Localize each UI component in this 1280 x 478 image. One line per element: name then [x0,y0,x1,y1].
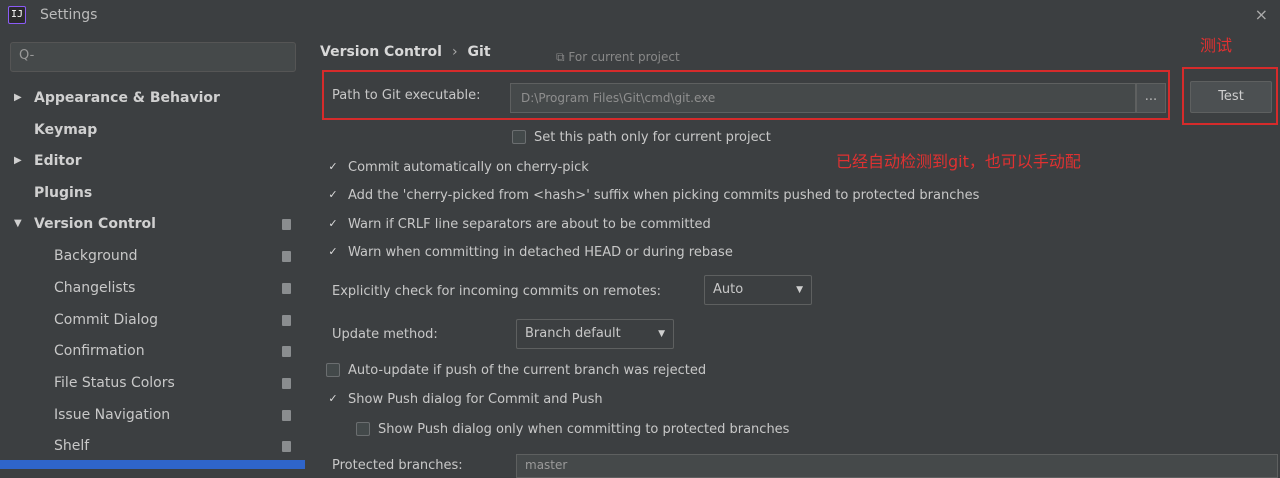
search-icon: Q- [19,48,35,63]
project-scope-icon [282,346,291,357]
chevron-down-icon: ▼ [658,329,665,339]
sidebar-item-label: File Status Colors [54,375,175,391]
protected-branches-input[interactable]: master [516,454,1278,478]
push-protected-only-checkbox-row[interactable]: Show Push dialog only when committing to… [356,420,1056,440]
project-scope-icon [282,410,291,421]
sidebar-item-commit-dialog[interactable]: Commit Dialog [0,306,305,334]
sidebar-item-background[interactable]: Background [0,242,305,270]
sidebar-item-label: Editor [34,153,82,169]
breadcrumb-current: Git [467,44,491,60]
close-icon[interactable]: × [1255,5,1268,24]
annotation-autodetect-note: 已经自动检测到git，也可以手动配 [836,152,1081,171]
test-button-highlight: Test [1182,67,1278,125]
show-push-dialog-checkbox-row[interactable]: ✓ Show Push dialog for Commit and Push [326,390,1026,410]
checkbox-label: Show Push dialog only when committing to… [378,422,790,437]
git-path-input[interactable]: D:\Program Files\Git\cmd\git.exe [510,83,1136,113]
sidebar-item-appearance[interactable]: ▶ Appearance & Behavior [0,84,305,112]
sidebar-item-label: Issue Navigation [54,407,171,423]
app-icon: IJ [8,6,26,24]
auto-update-checkbox[interactable] [326,363,340,377]
project-scope-icon [282,251,291,262]
incoming-commits-dropdown[interactable]: Auto ▼ [704,275,812,305]
incoming-commits-label: Explicitly check for incoming commits on… [332,284,662,299]
push-protected-only-checkbox[interactable] [356,422,370,436]
set-path-only-checkbox-row[interactable]: Set this path only for current project [512,128,1012,148]
checkmark-icon[interactable]: ✓ [326,245,340,259]
chevron-down-icon: ▼ [14,218,22,229]
sidebar-item-label: Commit Dialog [54,312,159,328]
checkbox-label: Warn when committing in detached HEAD or… [348,245,733,260]
cherry-picked-suffix-checkbox-row[interactable]: ✓ Add the 'cherry-picked from <hash>' su… [326,186,1266,206]
browse-button[interactable]: ... [1136,83,1166,113]
search-input[interactable]: Q- [10,42,296,72]
sidebar-item-shelf[interactable]: Shelf [0,432,305,460]
sidebar-item-keymap[interactable]: Keymap [0,116,305,144]
dropdown-value: Branch default [525,326,621,341]
for-current-project-note: ⧉ For current project [556,50,680,64]
chevron-right-icon: ▶ [14,155,22,166]
warn-crlf-checkbox-row[interactable]: ✓ Warn if CRLF line separators are about… [326,215,1026,235]
set-path-only-checkbox[interactable] [512,130,526,144]
sidebar-item-label: Keymap [34,122,98,138]
breadcrumb-separator-icon: › [451,44,458,60]
git-path-row: Path to Git executable: D:\Program Files… [322,70,1170,120]
project-scope-icon [282,315,291,326]
cherry-pick-commit-checkbox-row[interactable]: ✓ Commit automatically on cherry-pick [326,158,826,178]
protected-branches-label: Protected branches: [332,458,463,473]
project-scope-icon [282,441,291,452]
auto-update-checkbox-row[interactable]: Auto-update if push of the current branc… [326,361,1026,381]
sidebar-item-label: Plugins [34,185,93,201]
title-bar: IJ Settings × [0,0,1280,32]
project-scope-icon [282,283,291,294]
breadcrumb-parent[interactable]: Version Control [320,44,442,60]
sidebar-item-editor[interactable]: ▶ Editor [0,147,305,175]
project-scope-icon [282,378,291,389]
sidebar-item-changelists[interactable]: Changelists [0,274,305,302]
annotation-test-note: 测试 [1200,36,1233,55]
git-path-label: Path to Git executable: [332,88,481,103]
sidebar-item-label: Shelf [54,438,90,454]
checkmark-icon[interactable]: ✓ [326,217,340,231]
sidebar-item-plugins[interactable]: Plugins [0,179,305,207]
sidebar-item-label: Changelists [54,280,136,296]
checkbox-label: Commit automatically on cherry-pick [348,160,589,175]
update-method-label: Update method: [332,327,438,342]
dropdown-value: Auto [713,282,744,297]
sidebar-item-confirmation[interactable]: Confirmation [0,337,305,365]
checkbox-label: Set this path only for current project [534,130,771,145]
test-button[interactable]: Test [1190,81,1272,113]
checkbox-label: Show Push dialog for Commit and Push [348,392,603,407]
chevron-down-icon: ▼ [796,285,803,295]
checkmark-icon[interactable]: ✓ [326,392,340,406]
project-scope-icon [282,219,291,230]
checkbox-label: Add the 'cherry-picked from <hash>' suff… [348,188,980,203]
checkmark-icon[interactable]: ✓ [326,188,340,202]
checkmark-icon[interactable]: ✓ [326,160,340,174]
sidebar-item-label: Version Control [34,216,156,232]
chevron-right-icon: ▶ [14,92,22,103]
sidebar-item-file-status-colors[interactable]: File Status Colors [0,369,305,397]
sidebar-item-version-control[interactable]: ▼ Version Control [0,210,305,238]
sidebar-item-issue-navigation[interactable]: Issue Navigation [0,401,305,429]
sidebar-selection-highlight [0,460,305,469]
update-method-dropdown[interactable]: Branch default ▼ [516,319,674,349]
settings-sidebar: Q- ▶ Appearance & Behavior Keymap ▶ Edit… [0,32,305,469]
checkbox-label: Auto-update if push of the current branc… [348,363,707,378]
git-settings-panel: Version Control › Git ⧉ For current projec… [306,32,1280,478]
sidebar-item-label: Appearance & Behavior [34,90,220,106]
checkbox-label: Warn if CRLF line separators are about t… [348,217,711,232]
sidebar-item-label: Background [54,248,138,264]
warn-detached-head-checkbox-row[interactable]: ✓ Warn when committing in detached HEAD … [326,243,1026,263]
sidebar-item-label: Confirmation [54,343,145,359]
breadcrumb: Version Control › Git [320,44,491,60]
window-title: Settings [40,7,98,23]
